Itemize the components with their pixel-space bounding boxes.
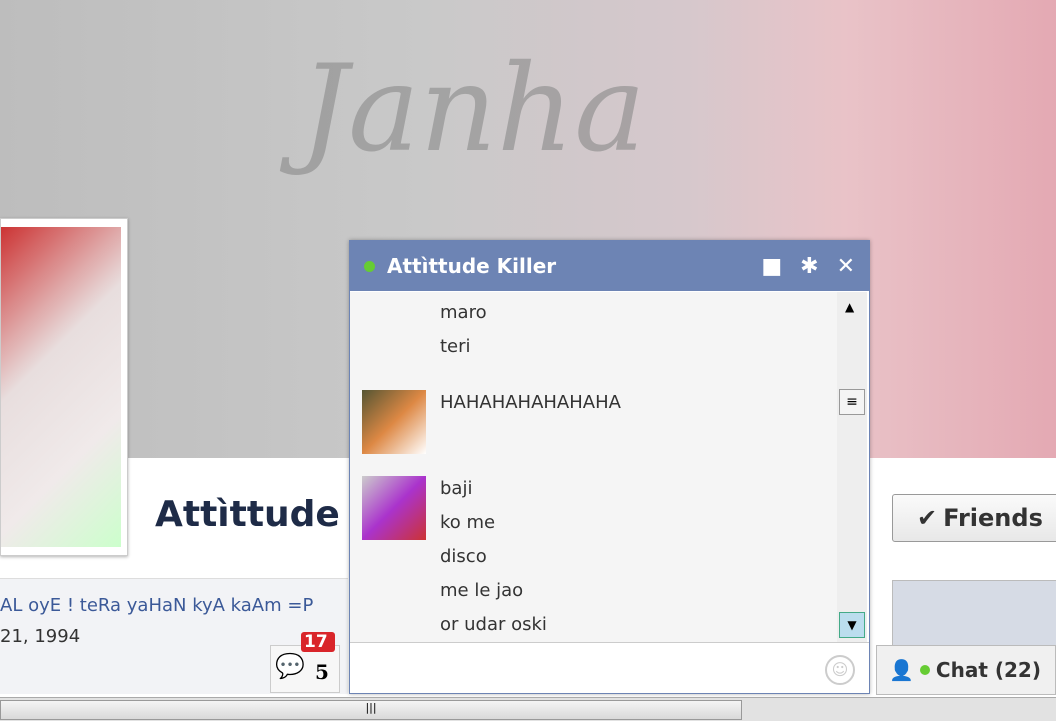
- chat-bubbles-icon: 💬: [275, 652, 305, 680]
- horizontal-scrollbar[interactable]: |||: [0, 697, 1056, 721]
- scroll-up-icon[interactable]: ▲: [845, 300, 854, 314]
- friends-label: Friends: [943, 504, 1043, 532]
- status-text: AL oyE ! teRa yaHaN kyA kaAm =P: [0, 595, 314, 616]
- gear-icon[interactable]: ✱: [800, 254, 818, 279]
- online-indicator: [364, 260, 375, 272]
- online-dot-icon: [919, 665, 930, 675]
- check-icon: ✔: [917, 504, 938, 532]
- chat-window: Attìttude Killer ■ ✱ ✕ maro teri HAHAHAH…: [349, 240, 870, 694]
- message: disco: [440, 546, 487, 567]
- video-call-icon[interactable]: ■: [761, 254, 782, 279]
- scroll-thumb[interactable]: ≡: [839, 389, 865, 415]
- chat-input[interactable]: ☺: [350, 642, 869, 693]
- message-count: 5: [315, 660, 329, 684]
- person-icon: 👤: [889, 658, 914, 682]
- emoticon-icon[interactable]: ☺: [825, 655, 855, 685]
- message: baji: [440, 478, 473, 499]
- profile-picture[interactable]: [0, 218, 128, 556]
- scroll-thumb[interactable]: |||: [0, 700, 742, 720]
- chat-sidebar-button[interactable]: 👤 Chat (22): [876, 645, 1056, 695]
- profile-name: Attìttude K: [155, 494, 381, 535]
- chat-label: Chat (22): [935, 658, 1041, 682]
- avatar[interactable]: [362, 390, 426, 454]
- scroll-down-icon[interactable]: ▼: [839, 612, 865, 638]
- message-list: maro teri HAHAHAHAHAHAHA baji ko me disc…: [350, 292, 837, 642]
- chat-header[interactable]: Attìttude Killer ■ ✱ ✕: [350, 241, 869, 291]
- close-icon[interactable]: ✕: [837, 254, 855, 279]
- chat-title: Attìttude Killer: [387, 254, 557, 278]
- messages-button[interactable]: 💬 17 5: [270, 632, 340, 693]
- message: teri: [440, 336, 471, 357]
- message: HAHAHAHAHAHAHA: [440, 392, 621, 413]
- friends-button[interactable]: ✔ Friends: [892, 494, 1056, 542]
- chat-scrollbar[interactable]: ▲ ≡ ▼: [837, 292, 867, 642]
- message: me le jao: [440, 580, 524, 601]
- cover-script: Janha: [300, 40, 646, 179]
- message: ko me: [440, 512, 496, 533]
- message: maro: [440, 302, 487, 323]
- message: or udar oski: [440, 614, 547, 635]
- notification-badge: 17: [301, 632, 335, 652]
- avatar[interactable]: [362, 476, 426, 540]
- side-box: [892, 580, 1056, 652]
- birthday-text: 21, 1994: [0, 626, 81, 647]
